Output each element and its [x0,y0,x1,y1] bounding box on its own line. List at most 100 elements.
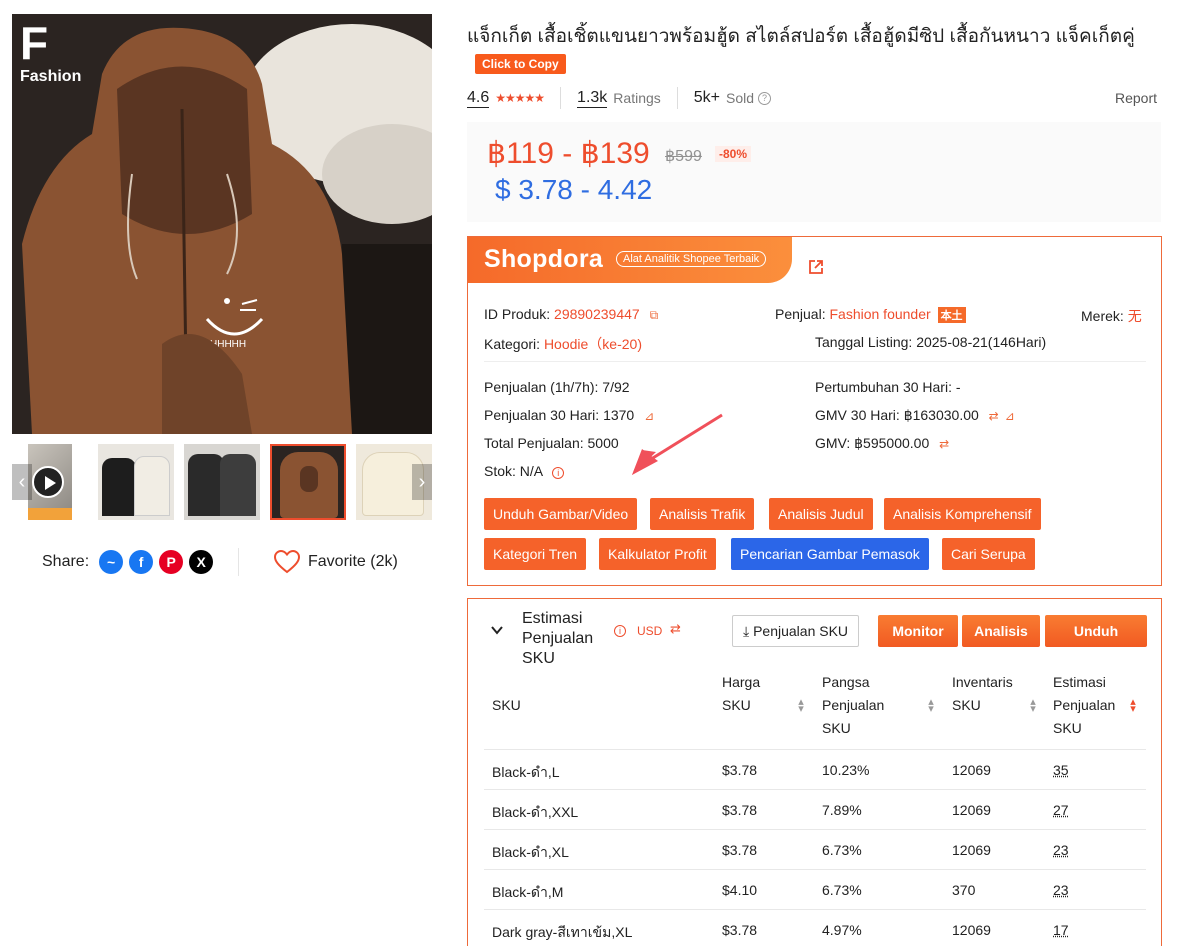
share-label: Share: [42,553,90,570]
col-header-share[interactable]: Pangsa Penjualan SKU [822,671,902,740]
play-icon[interactable] [32,466,64,498]
copy-title-button[interactable]: Click to Copy [475,54,566,74]
sort-icon-active[interactable]: ▴ ▾ [1128,697,1138,715]
thumbnail-2[interactable] [98,444,174,520]
listing-date-value: 2025-08-21(146Hari) [916,334,1047,350]
star-icons: ★★★★★ [495,91,545,105]
product-title: แจ็กเก็ต เสื้อเชิ้ตแขนยาวพร้อมฮู้ด สไตล์… [467,26,1135,47]
listing-date-row: Tanggal Listing: 2025-08-21(146Hari) [815,334,1047,350]
supplier-image-search-button[interactable]: Pencarian Gambar Pemasok [731,538,929,570]
info-icon[interactable]: i [552,467,565,479]
x-twitter-icon[interactable]: X [189,550,214,574]
sku-inventory: 12069 [952,922,991,938]
sku-inventory: 370 [952,882,976,898]
thumbnail-video[interactable] [28,444,72,520]
rating-value[interactable]: 4.6 [467,89,490,108]
find-similar-button[interactable]: Cari Serupa [942,538,1035,570]
info-icon[interactable]: i [614,625,626,637]
currency-swap-icon[interactable]: ⇄ [670,621,681,637]
sort-icon[interactable]: ▴ ▾ [796,697,806,715]
growth-30: Pertumbuhan 30 Hari: - [815,379,961,395]
title-analysis-button[interactable]: Analisis Judul [769,498,873,530]
share-bar: Share: ~ f P X [42,548,214,576]
sku-share: 4.97% [822,922,862,938]
col-header-sku: SKU [492,697,521,713]
seller-row: Penjual: Fashion founder 本土 [775,306,966,323]
sku-price: $3.78 [722,762,758,778]
trend-chart-icon[interactable]: ⊿ [1005,409,1015,423]
thumbnail-3[interactable] [184,444,260,520]
ai-analysis-button[interactable]: Analisis AI [962,615,1040,671]
gmv-row: GMV: ฿595000.00 ⇄ [815,435,950,451]
col-header-inventory[interactable]: Inventaris SKU [952,671,1032,717]
sku-name: Black-ดำ,XL [492,844,569,860]
pinterest-icon[interactable]: P [159,550,184,574]
stock-row: Stok: N/A i [484,463,565,479]
favorite-button[interactable]: Favorite (2k) [274,548,398,576]
chevron-down-icon[interactable] [490,623,504,637]
sku-sales-download-button[interactable]: ⤓ Penjualan SKU [732,615,860,647]
shopdora-logo: Shopdora [484,245,604,273]
price-original: ฿599 [665,148,702,165]
price-range: ฿119 - ฿139 [487,137,650,170]
price-usd: $ 3.78 - 4.42 [495,174,653,205]
brand-logo: F Fashion [20,20,81,86]
sku-est-sales[interactable]: 17 [1053,922,1069,938]
thumbnail-strip: ‹ › [12,444,432,520]
sku-inventory: 12069 [952,842,991,858]
messenger-icon[interactable]: ~ [99,550,124,574]
logo-text: Fashion [20,68,82,85]
sort-icon[interactable]: ▴ ▾ [926,697,936,715]
sku-share: 6.73% [822,882,862,898]
sku-share: 10.23% [822,762,870,778]
gallery-prev-arrow[interactable]: ‹ [12,464,32,500]
sku-price: $3.78 [722,802,758,818]
heart-icon [274,550,300,574]
sku-est-sales[interactable]: 27 [1053,802,1069,818]
col-header-price[interactable]: Harga SKU [722,671,782,717]
sort-icon[interactable]: ▴ ▾ [1028,697,1038,715]
total-sales: Total Penjualan: 5000 [484,435,619,451]
local-badge: 本土 [937,307,966,323]
gmv-30-row: GMV 30 Hari: ฿163030.00 ⇄ ⊿ [815,407,1015,423]
sku-share: 6.73% [822,842,862,858]
report-link[interactable]: Report [1115,90,1157,106]
sku-name: Black-ดำ,XXL [492,804,579,820]
sku-price: $3.78 [722,842,758,858]
traffic-analysis-button[interactable]: Analisis Trafik [650,498,755,530]
thumbnail-4-selected[interactable] [270,444,346,520]
external-link-icon[interactable] [808,259,824,275]
download-media-button[interactable]: Unduh Gambar/Video [484,498,638,530]
download-reviews-button[interactable]: Unduh Ulasan [1045,615,1147,671]
monitor-button[interactable]: Monitor [878,615,958,647]
sold-count: 5k+ [693,89,721,106]
sku-price: $3.78 [722,922,758,938]
ratings-label: Ratings [613,90,661,106]
sku-inventory: 12069 [952,802,991,818]
comprehensive-analysis-button[interactable]: Analisis Komprehensif [884,498,1041,530]
swap-icon[interactable]: ⇄ [989,409,999,423]
profit-calculator-button[interactable]: Kalkulator Profit [599,538,716,570]
col-header-est-sales[interactable]: Estimasi Penjualan SKU [1053,671,1133,740]
product-id-value[interactable]: 29890239447 [554,306,640,322]
sold-label: Sold [726,90,755,106]
rating-row: 4.6 ★★★★★ 1.3k Ratings 5k+ Sold ? Report [467,86,1157,110]
brand-value[interactable]: 无 [1128,308,1142,324]
sku-est-sales[interactable]: 23 [1053,882,1069,898]
facebook-icon[interactable]: f [129,550,154,574]
sku-est-sales[interactable]: 23 [1053,842,1069,858]
shopdora-panel: Shopdora Alat Analitik Shopee Terbaik ID… [467,236,1162,586]
ratings-count[interactable]: 1.3k [577,89,608,108]
sku-est-sales[interactable]: 35 [1053,762,1069,778]
shopdora-header: Shopdora Alat Analitik Shopee Terbaik [468,237,792,283]
category-trend-button[interactable]: Kategori Tren [484,538,587,570]
copy-icon[interactable]: ⧉ [650,308,659,322]
sku-name: Dark gray-สีเทาเข้ม,XL [492,924,633,940]
gallery-next-arrow[interactable]: › [412,464,432,500]
sku-price: $4.10 [722,882,758,898]
product-main-image[interactable]: HHHHH F Fashion [12,14,432,434]
question-icon[interactable]: ? [758,91,772,105]
swap-icon[interactable]: ⇄ [939,437,949,451]
seller-link[interactable]: Fashion founder [829,306,930,322]
category-link[interactable]: Hoodie（ke-20) [544,336,642,352]
